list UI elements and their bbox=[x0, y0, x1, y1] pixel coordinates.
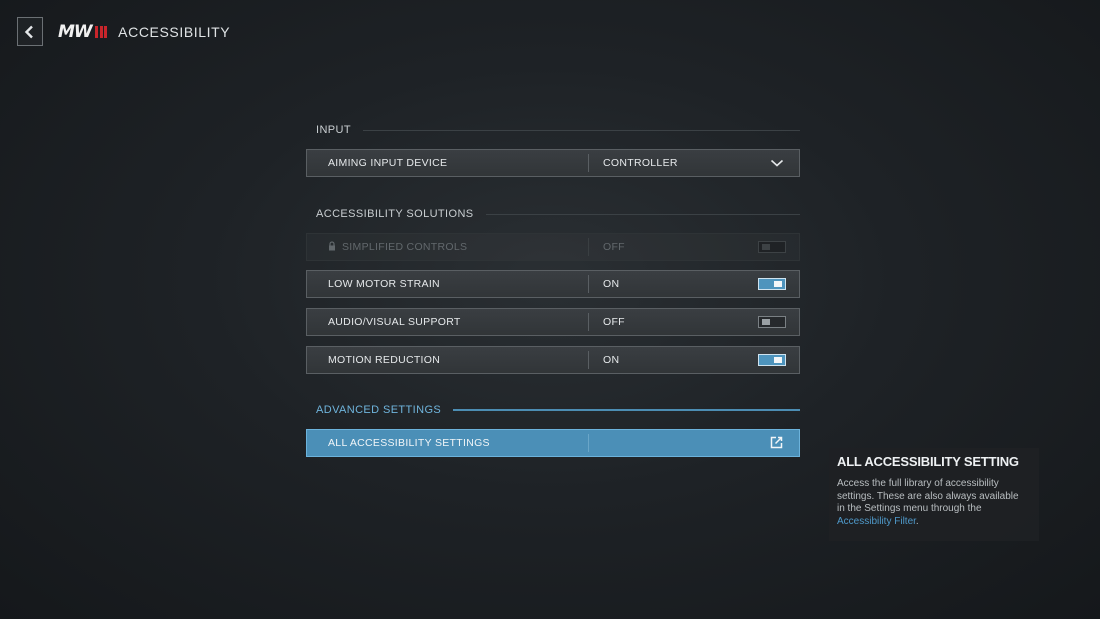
setting-label-wrap: SIMPLIFIED CONTROLS bbox=[307, 241, 588, 253]
description-body: Access the full library of accessibility… bbox=[837, 478, 1039, 528]
section-header-accessibility-solutions: ACCESSIBILITY SOLUTIONS bbox=[306, 208, 800, 220]
section-divider bbox=[485, 213, 800, 215]
setting-label: AIMING INPUT DEVICE bbox=[328, 157, 448, 169]
setting-row-audio-visual-support[interactable]: AUDIO/VISUAL SUPPORT OFF bbox=[306, 308, 800, 336]
section-label: INPUT bbox=[316, 124, 351, 136]
setting-row-aiming-input-device[interactable]: AIMING INPUT DEVICE CONTROLLER bbox=[306, 149, 800, 177]
logo-mark bbox=[94, 25, 108, 38]
setting-row-motion-reduction[interactable]: MOTION REDUCTION ON bbox=[306, 346, 800, 374]
section-divider bbox=[453, 409, 800, 411]
setting-label: AUDIO/VISUAL SUPPORT bbox=[328, 316, 461, 328]
external-link-icon bbox=[770, 436, 783, 449]
toggle-container[interactable] bbox=[758, 316, 786, 328]
chevron-down-icon bbox=[770, 159, 784, 167]
logo-text: MW bbox=[58, 21, 93, 42]
section-divider bbox=[363, 129, 800, 131]
lock-icon bbox=[329, 241, 335, 251]
toggle-switch[interactable] bbox=[758, 316, 786, 328]
toggle-switch[interactable] bbox=[758, 354, 786, 366]
toggle-switch[interactable] bbox=[758, 278, 786, 290]
section-label: ACCESSIBILITY SOLUTIONS bbox=[316, 208, 474, 220]
setting-value: ON bbox=[603, 278, 620, 290]
section-header-input: INPUT bbox=[306, 124, 800, 136]
setting-label: SIMPLIFIED CONTROLS bbox=[342, 241, 468, 253]
setting-value: ON bbox=[603, 354, 620, 366]
game-logo: MW bbox=[58, 21, 108, 42]
toggle-knob bbox=[774, 357, 782, 363]
toggle-container[interactable] bbox=[758, 354, 786, 366]
toggle-container bbox=[758, 241, 786, 253]
setting-row-all-accessibility-settings[interactable]: ALL ACCESSIBILITY SETTINGS bbox=[306, 429, 800, 457]
description-panel: ALL ACCESSIBILITY SETTING Access the ful… bbox=[829, 448, 1039, 541]
setting-row-simplified-controls: SIMPLIFIED CONTROLS OFF bbox=[306, 233, 800, 261]
setting-row-low-motor-strain[interactable]: LOW MOTOR STRAIN ON bbox=[306, 270, 800, 298]
setting-label: ALL ACCESSIBILITY SETTINGS bbox=[328, 437, 490, 449]
page-title: ACCESSIBILITY bbox=[118, 23, 231, 40]
setting-label: LOW MOTOR STRAIN bbox=[328, 278, 440, 290]
description-title: ALL ACCESSIBILITY SETTING bbox=[837, 454, 1019, 469]
toggle-knob bbox=[774, 281, 782, 287]
external-link-control[interactable] bbox=[758, 436, 786, 449]
toggle-knob bbox=[762, 244, 770, 250]
setting-value: OFF bbox=[603, 241, 625, 253]
chevron-left-icon bbox=[24, 25, 33, 38]
row-divider bbox=[588, 434, 589, 452]
setting-value: CONTROLLER bbox=[603, 157, 678, 169]
back-button[interactable] bbox=[17, 17, 43, 46]
description-end: . bbox=[915, 515, 919, 527]
dropdown-control[interactable] bbox=[758, 157, 786, 169]
setting-label: MOTION REDUCTION bbox=[328, 354, 441, 366]
section-label: ADVANCED SETTINGS bbox=[316, 404, 442, 416]
setting-value: OFF bbox=[603, 316, 625, 328]
toggle-switch bbox=[758, 241, 786, 253]
accessibility-filter-link[interactable]: Accessibility Filter bbox=[837, 516, 916, 527]
toggle-knob bbox=[762, 319, 770, 325]
description-text: Access the full library of accessibility… bbox=[837, 478, 1019, 514]
toggle-container[interactable] bbox=[758, 278, 786, 290]
top-bar: MW ACCESSIBILITY bbox=[17, 16, 230, 47]
section-header-advanced-settings: ADVANCED SETTINGS bbox=[306, 404, 800, 416]
